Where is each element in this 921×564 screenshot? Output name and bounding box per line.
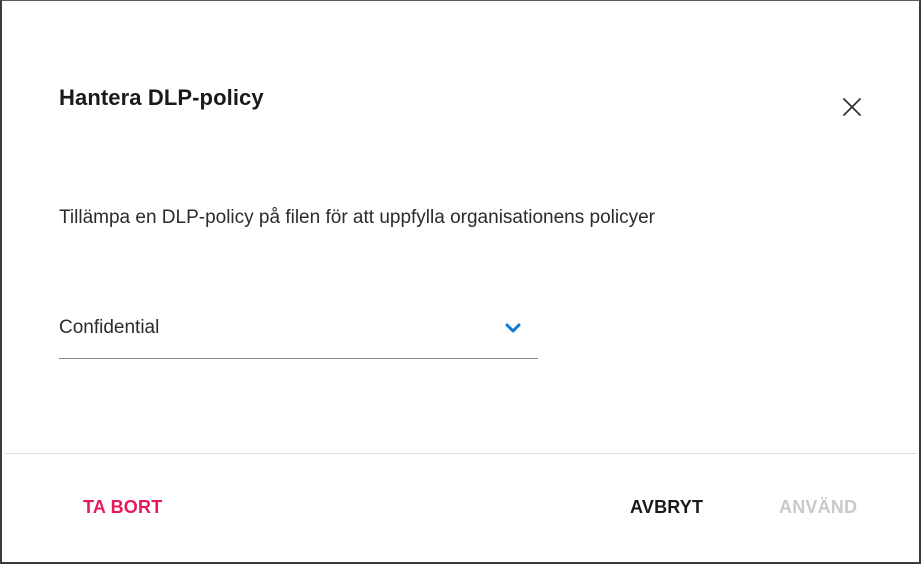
policy-select-value: Confidential xyxy=(59,317,160,338)
close-button[interactable] xyxy=(836,91,868,123)
close-icon xyxy=(843,98,861,116)
remove-button[interactable]: TA BORT xyxy=(83,497,162,518)
apply-button[interactable]: ANVÄND xyxy=(779,497,857,518)
chevron-down-icon[interactable] xyxy=(504,322,522,336)
dialog-title: Hantera DLP-policy xyxy=(59,85,264,110)
policy-select[interactable]: Confidential xyxy=(59,307,538,359)
dlp-policy-dialog: Hantera DLP-policy Tillämpa en DLP-polic… xyxy=(0,0,921,564)
dialog-description: Tillämpa en DLP-policy på filen för att … xyxy=(59,207,655,228)
footer-divider xyxy=(4,453,917,454)
cancel-button[interactable]: AVBRYT xyxy=(630,497,703,518)
